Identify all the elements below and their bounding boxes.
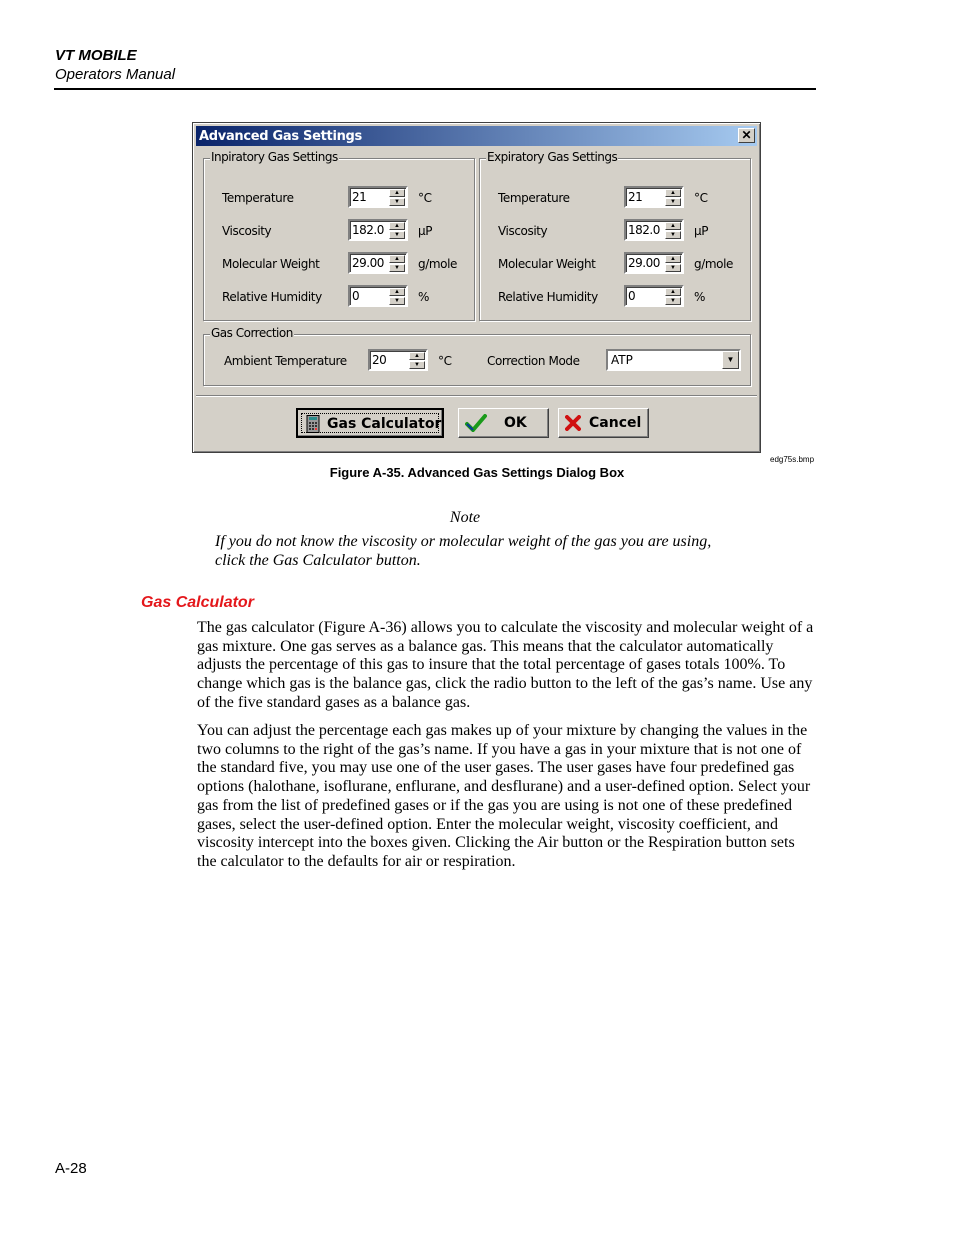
ambient-temperature-spinner[interactable]: 20 ▲ ▼ [368, 349, 428, 371]
insp-temperature-value: 21 [352, 190, 367, 204]
checkmark-icon [465, 414, 487, 435]
ok-button[interactable]: OK [458, 408, 549, 438]
note-heading: Note [449, 509, 481, 526]
spin-down-icon[interactable]: ▼ [665, 231, 681, 239]
exp-viscosity-unit: µP [694, 224, 709, 238]
exp-temperature-unit: °C [694, 191, 708, 205]
spin-up-icon[interactable]: ▲ [389, 189, 405, 197]
exp-viscosity-label: Viscosity [498, 224, 548, 238]
exp-humidity-label: Relative Humidity [498, 290, 598, 304]
spin-up-icon[interactable]: ▲ [665, 222, 681, 230]
gas-calculator-button[interactable]: Gas Calculator [296, 408, 444, 438]
manual-subtitle: Operators Manual [55, 66, 176, 83]
insp-molweight-value: 29.00 [352, 256, 384, 270]
exp-humidity-value: 0 [628, 289, 636, 303]
cancel-label: Cancel [589, 415, 642, 431]
spin-down-icon[interactable]: ▼ [409, 361, 425, 369]
insp-molweight-label: Molecular Weight [222, 257, 320, 271]
correction-mode-value: ATP [611, 353, 633, 367]
ok-label: OK [504, 415, 527, 431]
chevron-down-icon[interactable]: ▼ [722, 351, 739, 369]
x-icon [565, 415, 581, 434]
insp-molweight-spinner[interactable]: 29.00 ▲ ▼ [348, 252, 408, 274]
exp-humidity-spinner[interactable]: 0 ▲ ▼ [624, 285, 684, 307]
expiratory-legend: Expiratory Gas Settings [486, 150, 619, 164]
dialog-titlebar[interactable]: Advanced Gas Settings ✕ [196, 126, 757, 146]
ambient-temperature-value: 20 [372, 353, 387, 367]
close-button[interactable]: ✕ [738, 128, 755, 143]
spin-up-icon[interactable]: ▲ [409, 352, 425, 360]
spin-up-icon[interactable]: ▲ [665, 255, 681, 263]
gas-calculator-label: Gas Calculator [327, 416, 442, 432]
ambient-temperature-label: Ambient Temperature [224, 354, 347, 368]
insp-viscosity-unit: µP [418, 224, 433, 238]
gas-correction-legend: Gas Correction [210, 326, 294, 340]
spin-down-icon[interactable]: ▼ [665, 264, 681, 272]
spin-up-icon[interactable]: ▲ [389, 288, 405, 296]
insp-molweight-unit: g/mole [418, 257, 458, 271]
spin-up-icon[interactable]: ▲ [389, 222, 405, 230]
exp-temperature-spinner[interactable]: 21 ▲ ▼ [624, 186, 684, 208]
insp-humidity-spinner[interactable]: 0 ▲ ▼ [348, 285, 408, 307]
spin-up-icon[interactable]: ▲ [665, 189, 681, 197]
exp-temperature-value: 21 [628, 190, 643, 204]
insp-humidity-unit: % [418, 290, 430, 304]
exp-molweight-spinner[interactable]: 29.00 ▲ ▼ [624, 252, 684, 274]
expiratory-group: Expiratory Gas Settings Temperature 21 ▲… [479, 150, 751, 321]
advanced-gas-settings-dialog: Advanced Gas Settings ✕ Inpiratory Gas S… [192, 122, 761, 453]
spin-up-icon[interactable]: ▲ [665, 288, 681, 296]
exp-molweight-value: 29.00 [628, 256, 660, 270]
spin-down-icon[interactable]: ▼ [389, 198, 405, 206]
insp-temperature-spinner[interactable]: 21 ▲ ▼ [348, 186, 408, 208]
spin-down-icon[interactable]: ▼ [665, 297, 681, 305]
ambient-temperature-unit: °C [438, 354, 452, 368]
section-heading: Gas Calculator [141, 594, 254, 611]
insp-viscosity-label: Viscosity [222, 224, 272, 238]
insp-humidity-label: Relative Humidity [222, 290, 322, 304]
exp-humidity-unit: % [694, 290, 706, 304]
spin-down-icon[interactable]: ▼ [665, 198, 681, 206]
exp-viscosity-value: 182.0 [628, 223, 660, 237]
close-icon: ✕ [741, 128, 752, 142]
note-body: If you do not know the viscosity or mole… [215, 533, 712, 569]
calculator-icon [306, 415, 320, 436]
exp-viscosity-spinner[interactable]: 182.0 ▲ ▼ [624, 219, 684, 241]
insp-temperature-unit: °C [418, 191, 432, 205]
spin-down-icon[interactable]: ▼ [389, 264, 405, 272]
paragraph: The gas calculator (Figure A-36) allows … [197, 619, 814, 711]
spin-down-icon[interactable]: ▼ [389, 231, 405, 239]
page-number: A-28 [55, 1160, 87, 1177]
exp-temperature-label: Temperature [498, 191, 570, 205]
spin-down-icon[interactable]: ▼ [389, 297, 405, 305]
gas-correction-group: Gas Correction Ambient Temperature 20 ▲ ▼… [203, 326, 751, 386]
insp-humidity-value: 0 [352, 289, 360, 303]
exp-molweight-label: Molecular Weight [498, 257, 596, 271]
figure-filename: edg75s.bmp [770, 455, 815, 464]
paragraph: You can adjust the percentage each gas m… [197, 722, 811, 870]
insp-temperature-label: Temperature [222, 191, 294, 205]
insp-viscosity-value: 182.0 [352, 223, 384, 237]
figure-caption: Figure A-35. Advanced Gas Settings Dialo… [329, 465, 625, 480]
cancel-button[interactable]: Cancel [558, 408, 649, 438]
button-separator [196, 395, 757, 396]
exp-molweight-unit: g/mole [694, 257, 734, 271]
inspiratory-legend: Inpiratory Gas Settings [210, 150, 339, 164]
correction-mode-select[interactable]: ATP ▼ [606, 349, 741, 371]
dialog-title: Advanced Gas Settings [199, 129, 362, 144]
insp-viscosity-spinner[interactable]: 182.0 ▲ ▼ [348, 219, 408, 241]
spin-up-icon[interactable]: ▲ [389, 255, 405, 263]
manual-title: VT MOBILE [55, 47, 137, 64]
correction-mode-label: Correction Mode [487, 354, 580, 368]
inspiratory-group: Inpiratory Gas Settings Temperature 21 ▲… [203, 150, 475, 321]
header-rule [54, 88, 816, 90]
